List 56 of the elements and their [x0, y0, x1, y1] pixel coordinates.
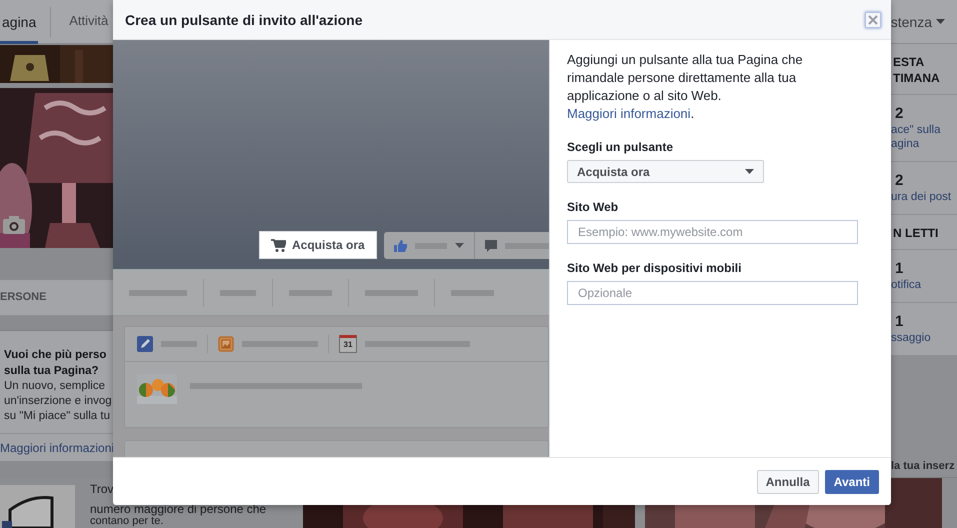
promo-title: la tua inserz: [891, 460, 956, 472]
field-label: Sito Web per dispositivi mobili: [567, 261, 742, 275]
page-tab[interactable]: Attività: [67, 0, 110, 44]
stat-link[interactable]: ura dei post: [891, 190, 957, 204]
image-icon: [218, 336, 234, 352]
help-menu[interactable]: stenza: [890, 14, 945, 30]
learn-more-link[interactable]: Maggiori informazioni: [567, 106, 691, 121]
promo-title: Vuoi che più perso: [4, 348, 108, 363]
placeholder-bar: [365, 290, 418, 296]
placeholder-bar: [504, 242, 549, 248]
field-label: Sito Web: [567, 200, 620, 214]
cancel-button[interactable]: Annulla: [756, 470, 819, 494]
stat-value: 1: [894, 313, 904, 331]
close-button[interactable]: [865, 12, 881, 28]
section-title: TIMANA: [893, 70, 941, 86]
stat-link[interactable]: otifica: [891, 278, 957, 292]
promo-title: sulla tua Pagina?: [4, 364, 100, 379]
camera-icon: [3, 216, 25, 234]
placeholder-bar: [220, 290, 256, 296]
field-label: Scegli un pulsante: [567, 140, 674, 154]
stat-link[interactable]: ssaggio: [891, 331, 957, 345]
input-field[interactable]: Opzionale: [567, 281, 858, 305]
learn-more-link[interactable]: Maggiori informazioni: [0, 441, 114, 455]
next-button[interactable]: Avanti: [824, 470, 879, 494]
promo-text: Trov: [90, 482, 115, 496]
pencil-icon: [137, 336, 153, 352]
input-field[interactable]: Esempio: www.mywebsite.com: [567, 220, 858, 244]
placeholder-bar: [161, 341, 197, 347]
comment-icon: [484, 240, 497, 252]
stat-link[interactable]: agina: [891, 137, 957, 151]
promo-text: su "Mi piace" sulla tu: [4, 409, 111, 424]
promo-text: numero maggiore di persone che: [90, 503, 268, 516]
shop-now-button[interactable]: Acquista ora: [259, 231, 377, 259]
section-title: ERSONE: [0, 280, 113, 316]
caret-icon: [454, 243, 464, 248]
promo-text: contano per te.: [90, 516, 164, 527]
stat-value: 2: [894, 172, 904, 190]
promo-text: Un nuovo, semplice: [4, 379, 106, 394]
dialog-title: Crea un pulsante di invito all'azione: [125, 12, 364, 28]
section-title: N LETTI: [893, 225, 940, 241]
intro-text: Aggiungi un pulsante alla tua Pagina che rimandale persone direttamente alla tua applicazione o al sito Web. Maggiori informazioni.: [567, 51, 804, 123]
caret-icon: [936, 19, 945, 24]
stat-value: 2: [894, 105, 904, 123]
placeholder-bar: [451, 290, 494, 296]
placeholder-bar: [129, 290, 187, 296]
stat-value: 1: [894, 260, 904, 278]
calendar-icon: 31: [339, 335, 357, 353]
close-icon: [868, 14, 878, 24]
caret-icon: [745, 169, 754, 174]
promo-text: un'inserzione e invog: [4, 394, 113, 409]
thumbs-up-icon: [394, 240, 407, 252]
stat-link[interactable]: ace" sulla: [891, 123, 957, 137]
placeholder-bar: [289, 290, 332, 296]
button-type-dropdown[interactable]: Acquista ora: [567, 160, 764, 183]
cart-icon: [271, 238, 286, 252]
section-title: ESTA: [893, 54, 926, 70]
